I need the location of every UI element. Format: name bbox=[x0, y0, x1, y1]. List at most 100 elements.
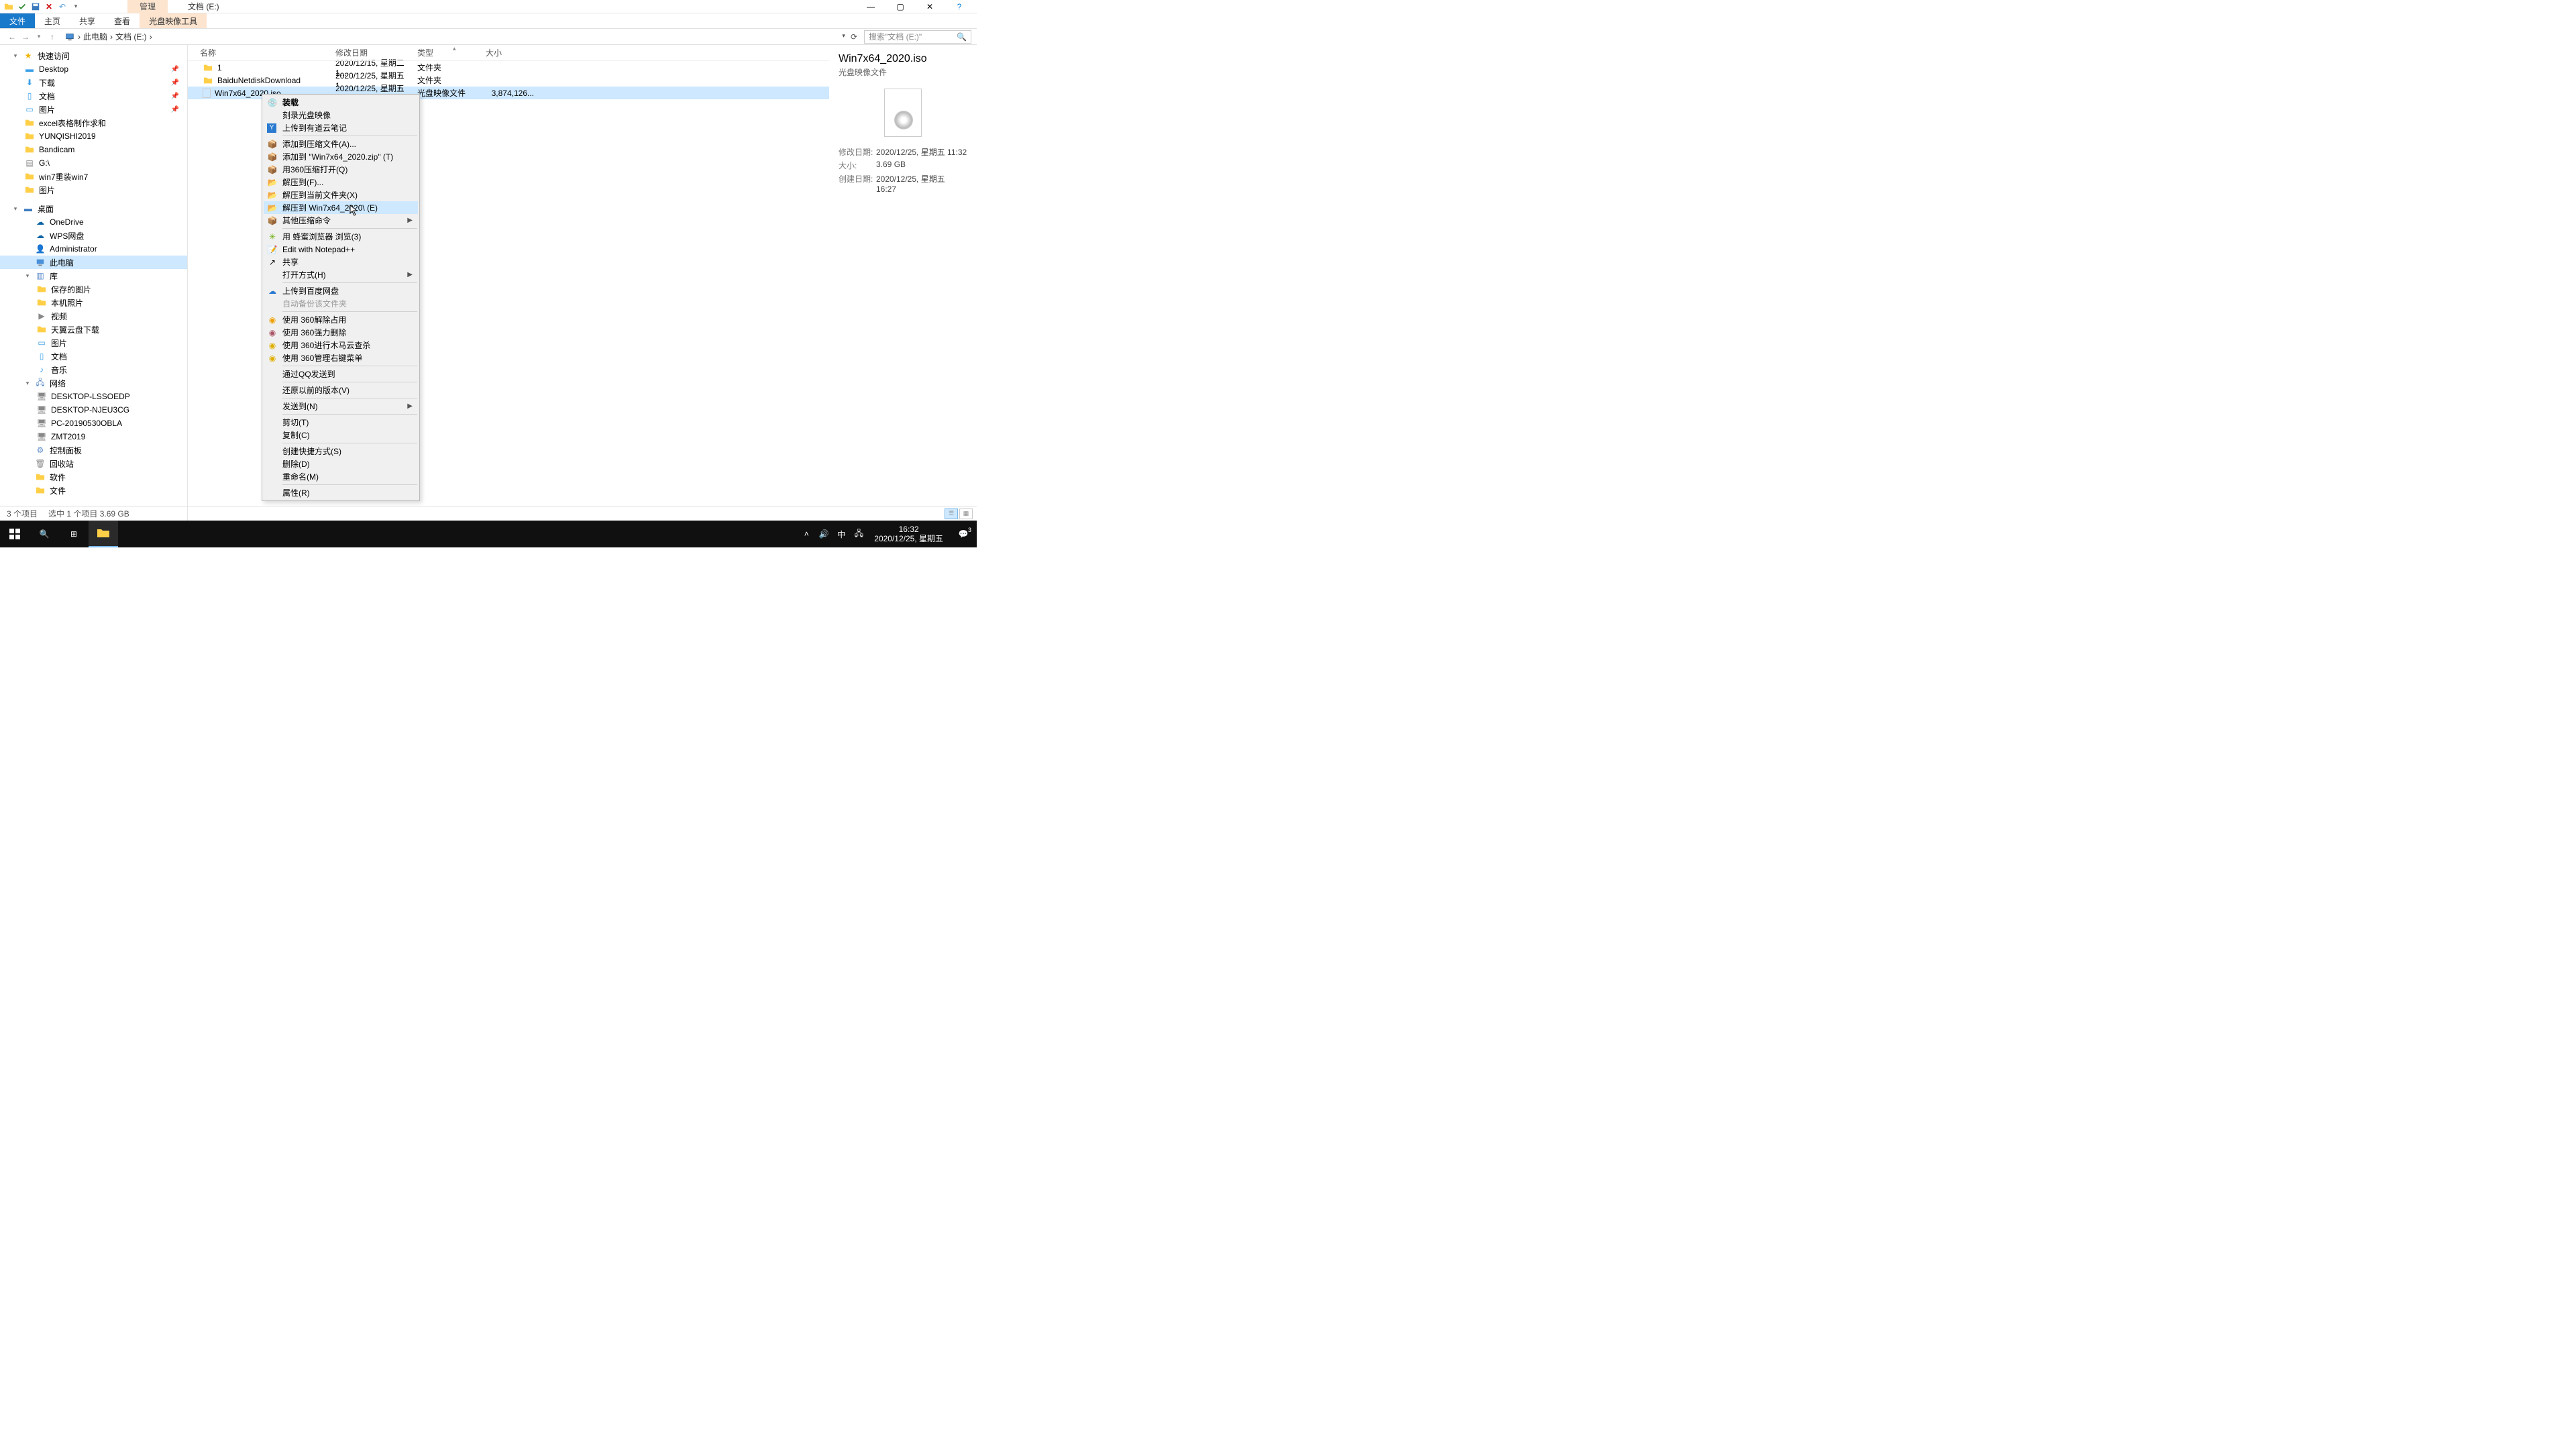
tree-item[interactable]: ▶视频 bbox=[0, 309, 187, 323]
search-input[interactable]: 搜索"文档 (E:)" 🔍 bbox=[864, 30, 971, 44]
menu-mount[interactable]: 💿装载 bbox=[264, 96, 418, 109]
menu-extract-here[interactable]: 📂解压到当前文件夹(X) bbox=[264, 189, 418, 201]
menu-qq-send[interactable]: 通过QQ发送到 bbox=[264, 368, 418, 380]
delete-x-icon[interactable]: ✕ bbox=[44, 2, 54, 11]
tree-item[interactable]: ▸⚙控制面板 bbox=[0, 443, 187, 457]
breadcrumb-location[interactable]: 文档 (E:) bbox=[115, 31, 147, 42]
maximize-button[interactable]: ▢ bbox=[885, 0, 915, 13]
tree-item[interactable]: ▤G:\ bbox=[0, 156, 187, 170]
tree-desktop[interactable]: ▾▬桌面 bbox=[0, 202, 187, 215]
tree-item[interactable]: ▬Desktop📌 bbox=[0, 62, 187, 76]
menu-open-with[interactable]: 打开方式(H)▶ bbox=[264, 268, 418, 281]
chevron-right-icon[interactable]: › bbox=[150, 32, 152, 42]
tree-item[interactable]: win7重装win7 bbox=[0, 170, 187, 183]
tree-item[interactable]: ♪音乐 bbox=[0, 363, 187, 376]
menu-shortcut[interactable]: 创建快捷方式(S) bbox=[264, 445, 418, 458]
tree-quick-access[interactable]: ▾★快速访问 bbox=[0, 49, 187, 62]
menu-burn[interactable]: 刻录光盘映像 bbox=[264, 109, 418, 121]
tree-item[interactable]: 🖥DESKTOP-NJEU3CG bbox=[0, 403, 187, 417]
view-icons-button[interactable]: ▦ bbox=[959, 508, 973, 519]
tree-item-libraries[interactable]: ▾▥库 bbox=[0, 269, 187, 282]
tree-item[interactable]: ▭图片 bbox=[0, 336, 187, 350]
address-dropdown-icon[interactable]: ▾ bbox=[842, 32, 845, 42]
task-view-button[interactable]: ⊞ bbox=[59, 521, 89, 547]
tree-item[interactable]: ▭图片📌 bbox=[0, 103, 187, 116]
qat-dropdown-icon[interactable]: ▾ bbox=[71, 2, 80, 11]
tree-item[interactable]: 🖥DESKTOP-LSSOEDP bbox=[0, 390, 187, 403]
tree-item[interactable]: ▸🗑回收站 bbox=[0, 457, 187, 470]
nav-forward-icon[interactable]: → bbox=[19, 32, 32, 42]
tree-item[interactable]: Bandicam bbox=[0, 143, 187, 156]
tree-item-wps[interactable]: ▸☁WPS网盘 bbox=[0, 229, 187, 242]
network-icon[interactable]: 🖧 bbox=[850, 527, 867, 541]
chevron-right-icon[interactable]: › bbox=[110, 32, 113, 42]
tree-item-onedrive[interactable]: ▸☁OneDrive bbox=[0, 215, 187, 229]
menu-360-unlock[interactable]: ◉使用 360解除占用 bbox=[264, 313, 418, 326]
tab-disc-tools[interactable]: 光盘映像工具 bbox=[140, 13, 207, 28]
menu-copy[interactable]: 复制(C) bbox=[264, 429, 418, 441]
tree-item[interactable]: 保存的图片 bbox=[0, 282, 187, 296]
refresh-icon[interactable]: ⟳ bbox=[851, 32, 857, 42]
close-button[interactable]: ✕ bbox=[915, 0, 945, 13]
undo-icon[interactable]: ↶ bbox=[58, 2, 67, 11]
taskbar-clock[interactable]: 16:32 2020/12/25, 星期五 bbox=[867, 525, 950, 543]
menu-cut[interactable]: 剪切(T) bbox=[264, 416, 418, 429]
tree-item[interactable]: YUNQISHI2019 bbox=[0, 129, 187, 143]
menu-open-360[interactable]: 📦用360压缩打开(Q) bbox=[264, 163, 418, 176]
tree-item[interactable]: ▯文档📌 bbox=[0, 89, 187, 103]
nav-back-icon[interactable]: ← bbox=[5, 32, 19, 42]
nav-history-icon[interactable]: ▾ bbox=[32, 33, 46, 40]
tree-item[interactable]: ▯文档 bbox=[0, 350, 187, 363]
tree-item[interactable]: ▸软件 bbox=[0, 470, 187, 484]
col-date[interactable]: 修改日期 bbox=[335, 47, 417, 58]
menu-notepad[interactable]: 📝Edit with Notepad++ bbox=[264, 243, 418, 256]
col-type[interactable]: 类型 bbox=[417, 47, 486, 58]
search-button[interactable]: 🔍 bbox=[30, 521, 59, 547]
menu-rename[interactable]: 重命名(M) bbox=[264, 470, 418, 483]
tray-expand-icon[interactable]: ˄ bbox=[798, 529, 815, 539]
tab-share[interactable]: 共享 bbox=[70, 13, 105, 28]
menu-send-to[interactable]: 发送到(N)▶ bbox=[264, 400, 418, 413]
menu-360-trojan[interactable]: ◉使用 360进行木马云查杀 bbox=[264, 339, 418, 352]
action-center-button[interactable]: 💬3 bbox=[950, 529, 977, 539]
tab-view[interactable]: 查看 bbox=[105, 13, 140, 28]
tree-item[interactable]: excel表格制作求和 bbox=[0, 116, 187, 129]
menu-extract-to[interactable]: 📂解压到(F)... bbox=[264, 176, 418, 189]
search-icon[interactable]: 🔍 bbox=[957, 32, 967, 42]
menu-360-manage[interactable]: ◉使用 360管理右键菜单 bbox=[264, 352, 418, 364]
tree-item[interactable]: 🖥ZMT2019 bbox=[0, 430, 187, 443]
tree-item-this-pc[interactable]: ▸此电脑 bbox=[0, 256, 187, 269]
menu-youdao[interactable]: Y上传到有道云笔记 bbox=[264, 121, 418, 134]
tab-file[interactable]: 文件 bbox=[0, 13, 35, 28]
save-icon[interactable] bbox=[31, 2, 40, 11]
menu-360-delete[interactable]: ◉使用 360强力删除 bbox=[264, 326, 418, 339]
volume-icon[interactable]: 🔊 bbox=[815, 529, 833, 539]
menu-add-archive[interactable]: 📦添加到压缩文件(A)... bbox=[264, 138, 418, 150]
menu-other-compress[interactable]: 📦其他压缩命令▶ bbox=[264, 214, 418, 227]
menu-upload-baidu[interactable]: ☁上传到百度网盘 bbox=[264, 284, 418, 297]
help-button[interactable]: ? bbox=[945, 0, 974, 13]
col-name[interactable]: 名称 bbox=[188, 47, 335, 58]
tree-item[interactable]: 天翼云盘下载 bbox=[0, 323, 187, 336]
col-size[interactable]: 大小 bbox=[486, 47, 539, 58]
tree-item[interactable]: ▸文件 bbox=[0, 484, 187, 497]
tab-home[interactable]: 主页 bbox=[35, 13, 70, 28]
tree-item[interactable]: 🖥PC-20190530OBLA bbox=[0, 417, 187, 430]
view-details-button[interactable]: ☰ bbox=[945, 508, 958, 519]
nav-up-icon[interactable]: ↑ bbox=[46, 32, 59, 42]
start-button[interactable] bbox=[0, 521, 30, 547]
breadcrumb[interactable]: › 此电脑 › 文档 (E:) › bbox=[64, 31, 842, 42]
menu-add-zip[interactable]: 📦添加到 "Win7x64_2020.zip" (T) bbox=[264, 150, 418, 163]
menu-extract-named[interactable]: 📂解压到 Win7x64_2020\ (E) bbox=[264, 201, 418, 214]
file-row[interactable]: BaiduNetdiskDownload 2020/12/25, 星期五 1..… bbox=[188, 74, 829, 87]
tree-item[interactable]: ⬇下载📌 bbox=[0, 76, 187, 89]
menu-browse-bee[interactable]: ✳用 蜂蜜浏览器 浏览(3) bbox=[264, 230, 418, 243]
chevron-right-icon[interactable]: › bbox=[78, 32, 80, 42]
tree-item-network[interactable]: ▾🖧网络 bbox=[0, 376, 187, 390]
file-row[interactable]: 1 2020/12/15, 星期二 1...文件夹 bbox=[188, 61, 829, 74]
breadcrumb-root[interactable]: 此电脑 bbox=[83, 31, 107, 42]
ime-indicator[interactable]: 中 bbox=[833, 529, 850, 540]
minimize-button[interactable]: — bbox=[856, 0, 885, 13]
menu-properties[interactable]: 属性(R) bbox=[264, 486, 418, 499]
file-explorer-button[interactable] bbox=[89, 521, 118, 547]
